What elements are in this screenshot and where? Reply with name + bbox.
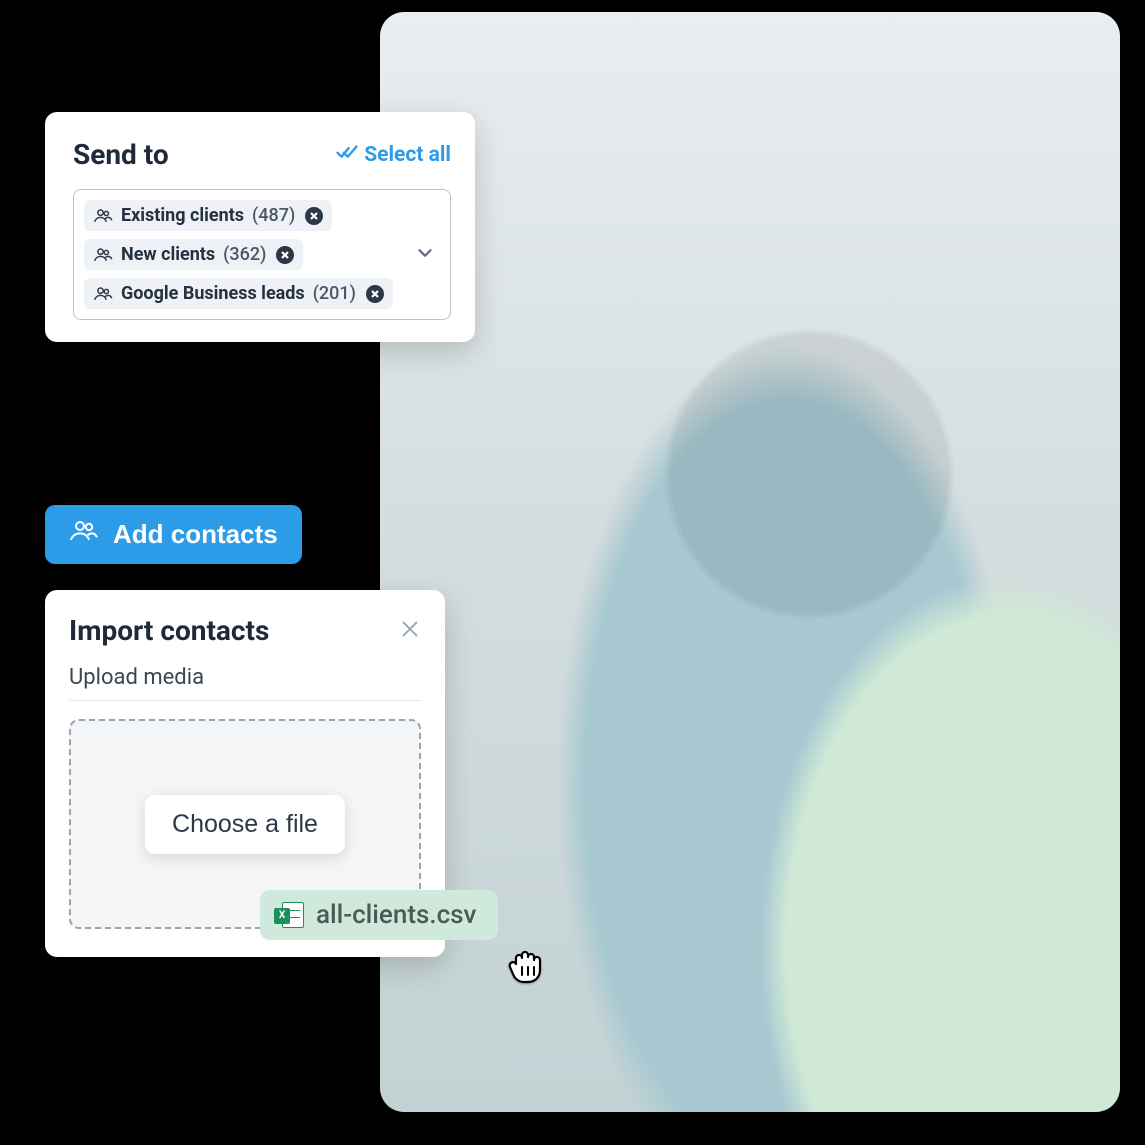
close-icon[interactable] bbox=[399, 618, 421, 644]
excel-file-icon: X bbox=[274, 900, 304, 930]
chevron-down-icon[interactable] bbox=[414, 242, 436, 268]
upload-media-label: Upload media bbox=[69, 665, 421, 690]
chip-label: New clients bbox=[121, 244, 215, 265]
context-photo bbox=[380, 12, 1120, 1112]
chip-remove-button[interactable] bbox=[305, 207, 323, 225]
chip-label: Existing clients bbox=[121, 205, 244, 226]
recipient-chip: New clients (362) bbox=[84, 239, 303, 270]
dragged-file-pill[interactable]: X all-clients.csv bbox=[260, 890, 498, 940]
group-icon bbox=[93, 208, 113, 224]
select-all-button[interactable]: Select all bbox=[336, 143, 451, 167]
choose-file-button[interactable]: Choose a file bbox=[145, 795, 345, 854]
select-all-label: Select all bbox=[364, 143, 451, 167]
chip-remove-button[interactable] bbox=[276, 246, 294, 264]
recipient-chip: Google Business leads (201) bbox=[84, 278, 393, 309]
import-title: Import contacts bbox=[69, 614, 269, 647]
group-icon bbox=[93, 286, 113, 302]
chip-remove-button[interactable] bbox=[366, 285, 384, 303]
group-icon bbox=[69, 519, 99, 550]
file-name: all-clients.csv bbox=[316, 900, 476, 930]
send-to-title: Send to bbox=[73, 138, 169, 171]
double-check-icon bbox=[336, 143, 358, 167]
chip-label: Google Business leads bbox=[121, 283, 305, 304]
send-to-header: Send to Select all bbox=[73, 138, 451, 171]
grab-cursor-icon bbox=[502, 940, 550, 992]
recipient-groups-select[interactable]: Existing clients (487) New clients (362) bbox=[73, 189, 451, 320]
recipient-chip: Existing clients (487) bbox=[84, 200, 332, 231]
group-icon bbox=[93, 247, 113, 263]
chip-count: (201) bbox=[313, 283, 356, 304]
divider bbox=[69, 700, 421, 701]
add-contacts-label: Add contacts bbox=[113, 519, 278, 550]
import-header: Import contacts bbox=[69, 614, 421, 647]
chip-count: (487) bbox=[252, 205, 295, 226]
send-to-panel: Send to Select all Existing clients bbox=[45, 112, 475, 342]
add-contacts-button[interactable]: Add contacts bbox=[45, 505, 302, 564]
chip-count: (362) bbox=[223, 244, 266, 265]
